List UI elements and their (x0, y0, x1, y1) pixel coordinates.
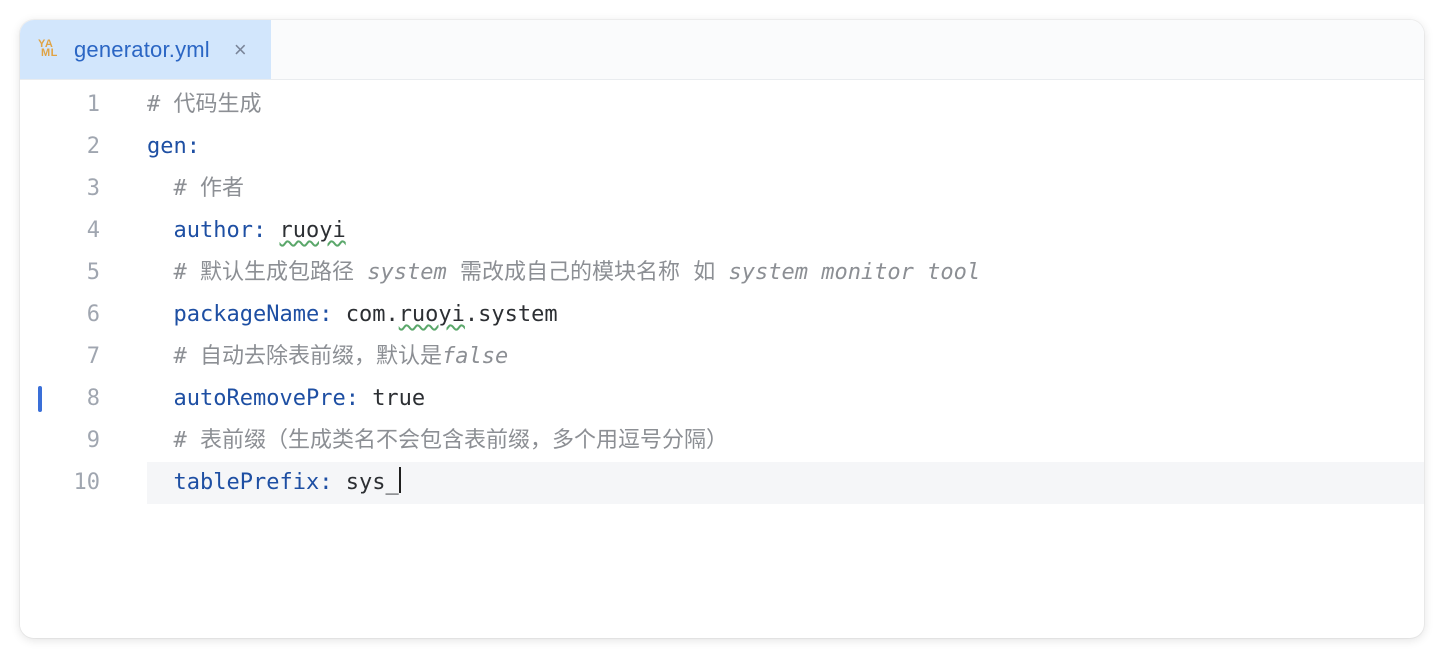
token: # 表前缀（生成类名不会包含表前缀，多个用逗号分隔） (174, 428, 729, 453)
code-line: tablePrefix: sys_ (147, 462, 1424, 504)
line-number: 9 (20, 420, 100, 462)
line-number: 5 (20, 252, 100, 294)
token: false (442, 344, 508, 369)
line-number: 4 (20, 210, 100, 252)
code-line: author: ruoyi (147, 210, 1424, 252)
code-line: packageName: com.ruoyi.system (147, 294, 1424, 336)
token: # 代码生成 (147, 92, 262, 117)
token: # 作者 (174, 176, 245, 201)
code-line: # 代码生成 (147, 84, 1424, 126)
token: # 自动去除表前缀，默认是 (174, 344, 443, 369)
token: autoRemovePre (174, 386, 346, 411)
token: packageName (174, 302, 320, 327)
file-name-label: generator.yml (74, 37, 210, 63)
token: : (187, 134, 200, 159)
token: ruoyi (399, 302, 465, 327)
line-number: 7 (20, 336, 100, 378)
token: 需改成自己的模块名称 如 (447, 260, 729, 285)
editor-window: YAML generator.yml × 12345678910 # 代码生成 g… (20, 20, 1424, 638)
line-number-gutter: 12345678910 (20, 80, 135, 638)
token: : (319, 302, 346, 327)
token: ruoyi (279, 218, 345, 243)
code-line: # 自动去除表前缀，默认是false (147, 336, 1424, 378)
yaml-icon: YAML (38, 40, 60, 59)
token: com. (346, 302, 399, 327)
file-tab[interactable]: YAML generator.yml × (20, 20, 271, 79)
token: author (174, 218, 253, 243)
token: true (372, 386, 425, 411)
line-number: 10 (20, 462, 100, 504)
code-area[interactable]: # 代码生成 gen: # 作者 author: ruoyi # 默认生成包路径 … (135, 80, 1424, 638)
line-number: 1 (20, 84, 100, 126)
code-line: gen: (147, 126, 1424, 168)
token: tablePrefix (174, 470, 320, 495)
tab-bar: YAML generator.yml × (20, 20, 1424, 80)
token: gen (147, 134, 187, 159)
token: system monitor tool (728, 260, 980, 285)
code-line: # 作者 (147, 168, 1424, 210)
line-number: 3 (20, 168, 100, 210)
change-marker (38, 386, 42, 412)
line-number: 8 (20, 378, 100, 420)
editor-body[interactable]: 12345678910 # 代码生成 gen: # 作者 author: ruoy… (20, 80, 1424, 638)
code-line: autoRemovePre: true (147, 378, 1424, 420)
line-number: 2 (20, 126, 100, 168)
token: # 默认生成包路径 (174, 260, 368, 285)
token: .system (465, 302, 558, 327)
code-line: # 表前缀（生成类名不会包含表前缀，多个用逗号分隔） (147, 420, 1424, 462)
token: : (346, 386, 373, 411)
token: system (367, 260, 446, 285)
token: : (319, 470, 346, 495)
close-icon[interactable]: × (224, 39, 251, 61)
text-caret (399, 467, 401, 493)
token: sys_ (346, 470, 399, 495)
token: : (253, 218, 280, 243)
line-number: 6 (20, 294, 100, 336)
code-line: # 默认生成包路径 system 需改成自己的模块名称 如 system mon… (147, 252, 1424, 294)
